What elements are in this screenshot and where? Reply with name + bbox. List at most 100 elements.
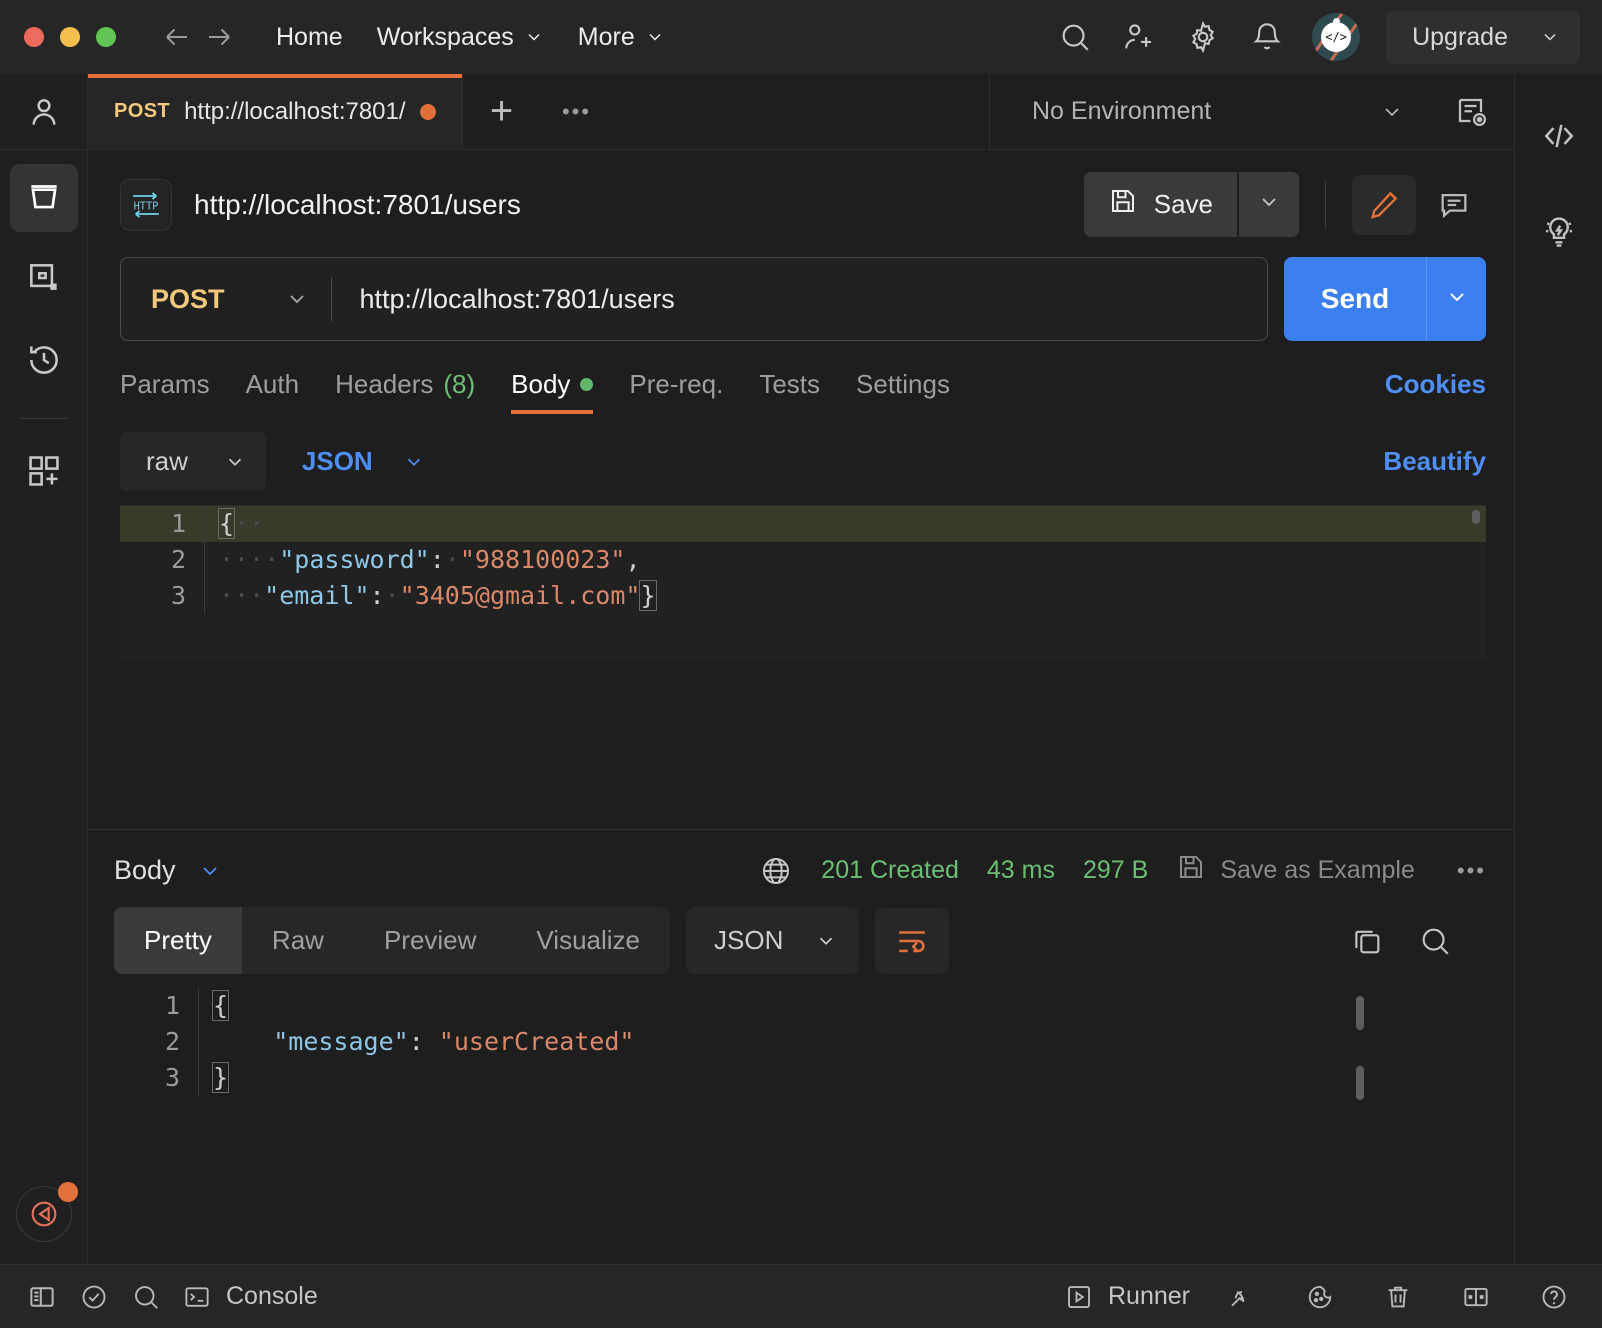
nav-more[interactable]: More	[564, 15, 679, 60]
tab-tests-label: Tests	[759, 369, 821, 399]
environment-quick-look-icon[interactable]	[1430, 74, 1514, 149]
save-as-example-label: Save as Example	[1220, 856, 1415, 884]
search-icon[interactable]	[120, 1271, 172, 1323]
cookies-icon[interactable]	[1294, 1271, 1346, 1323]
save-button[interactable]: Save	[1083, 172, 1237, 237]
plus-icon[interactable]: +	[463, 74, 541, 149]
history-clock-icon	[25, 341, 63, 384]
main-row: POST http://localhost:7801/ + ••• No Env…	[0, 74, 1602, 1264]
sidebar-item-collections[interactable]	[9, 164, 78, 232]
sidebar-item-profile[interactable]	[0, 74, 87, 150]
apps-add-icon	[25, 452, 63, 495]
word-wrap-icon[interactable]	[875, 907, 950, 974]
postman-status-button[interactable]	[15, 1182, 78, 1242]
response-scrollbar-thumb-2[interactable]	[1356, 1066, 1364, 1100]
two-pane-layout-icon[interactable]	[1450, 1271, 1502, 1323]
code-line: 3}	[114, 1060, 1514, 1096]
tab-pretty[interactable]: Pretty	[114, 907, 242, 974]
tab-tests[interactable]: Tests	[759, 363, 820, 414]
sidebar-item-environments[interactable]	[10, 246, 78, 314]
send-group: Send	[1284, 257, 1486, 341]
environment-selector[interactable]: No Environment	[990, 74, 1430, 149]
help-circle-icon[interactable]	[1528, 1271, 1580, 1323]
response-scrollbar-thumb-1[interactable]	[1356, 996, 1364, 1030]
code-brackets-icon[interactable]	[1525, 102, 1593, 170]
nav-forward-button[interactable]	[198, 16, 240, 58]
code-token: ·	[384, 581, 400, 610]
left-sidebar-rail	[0, 74, 88, 1264]
tab-headers-label: Headers	[335, 369, 434, 399]
save-options-caret[interactable]	[1239, 172, 1299, 237]
send-button[interactable]: Send	[1284, 257, 1426, 341]
body-mode-selector[interactable]: raw	[120, 432, 266, 491]
invite-user-icon[interactable]	[1120, 18, 1158, 56]
runner-button[interactable]: Runner	[1064, 1282, 1190, 1312]
code-text: {··	[204, 506, 1486, 542]
tab-settings[interactable]: Settings	[856, 363, 950, 414]
floppy-disk-icon	[1176, 852, 1206, 889]
copy-icon[interactable]	[1350, 924, 1384, 958]
window-minimize-button[interactable]	[60, 27, 80, 47]
tab-headers[interactable]: Headers (8)	[335, 363, 475, 414]
request-tab[interactable]: POST http://localhost:7801/	[88, 74, 463, 149]
tab-auth[interactable]: Auth	[246, 363, 300, 414]
sidebar-toggle-icon[interactable]	[16, 1271, 68, 1323]
request-editor-scrollbar[interactable]	[1472, 510, 1480, 524]
lightbulb-icon[interactable]	[1525, 198, 1593, 266]
request-body-editor[interactable]: 1 {·· 2 ····"password":·"988100023", 3 ···"em…	[120, 505, 1486, 661]
code-token: {	[211, 990, 230, 1021]
body-mode-value: raw	[146, 446, 188, 476]
sidebar-item-history[interactable]	[10, 328, 78, 396]
window-maximize-button[interactable]	[96, 27, 116, 47]
settings-gear-icon[interactable]	[1184, 18, 1222, 56]
response-format-value: JSON	[714, 925, 784, 955]
chevron-down-icon	[1445, 285, 1469, 314]
code-line: 1{	[114, 988, 1514, 1024]
ellipsis-icon[interactable]: •••	[1457, 858, 1486, 884]
toolbar-divider	[1325, 180, 1326, 229]
nav-workspaces[interactable]: Workspaces	[363, 15, 558, 60]
capture-requests-icon[interactable]	[1216, 1271, 1268, 1323]
search-icon[interactable]	[1418, 924, 1452, 958]
check-circle-icon[interactable]	[68, 1271, 120, 1323]
nav-home[interactable]: Home	[262, 15, 357, 60]
upgrade-button[interactable]: Upgrade	[1386, 10, 1580, 64]
sidebar-item-new-apps[interactable]	[10, 439, 78, 507]
tab-params[interactable]: Params	[120, 363, 210, 414]
code-line: 2 ····"password":·"988100023",	[120, 542, 1486, 578]
globe-icon[interactable]	[759, 854, 793, 888]
tab-pre-request[interactable]: Pre-req.	[629, 363, 723, 414]
ellipsis-icon[interactable]: •••	[541, 74, 613, 149]
save-as-example-button[interactable]: Save as Example	[1176, 852, 1415, 889]
response-format-selector[interactable]: JSON	[686, 907, 860, 974]
avatar[interactable]: </>	[1312, 13, 1361, 61]
response-body-selector[interactable]: Body	[114, 855, 222, 886]
response-body-viewer[interactable]: 1{2 "message": "userCreated" 3}	[114, 988, 1514, 1264]
line-number: 1	[170, 509, 186, 538]
code-text: }	[198, 1060, 1514, 1096]
status-badge	[57, 1182, 78, 1202]
body-format-selector[interactable]: JSON	[302, 446, 425, 477]
cookies-link[interactable]: Cookies	[1385, 369, 1486, 414]
nav-back-button[interactable]	[156, 16, 198, 58]
tab-preview[interactable]: Preview	[354, 907, 506, 974]
comment-icon[interactable]	[1422, 175, 1486, 235]
code-line: 3 ···"email":·"3405@gmail.com"}	[120, 578, 1486, 614]
tab-body[interactable]: Body	[511, 363, 594, 414]
url-input[interactable]: http://localhost:7801/users	[332, 284, 675, 315]
tab-visualize[interactable]: Visualize	[506, 907, 670, 974]
method-selector[interactable]: POST	[121, 284, 331, 315]
window-close-button[interactable]	[24, 27, 44, 47]
header-icon-group: </>	[1056, 13, 1361, 61]
code-line: 2 "message": "userCreated"	[114, 1024, 1514, 1060]
notifications-bell-icon[interactable]	[1248, 18, 1286, 56]
request-body-code[interactable]: 1 {·· 2 ····"password":·"988100023", 3 ···"em…	[120, 506, 1486, 614]
beautify-button[interactable]: Beautify	[1383, 446, 1486, 477]
nav-home-label: Home	[276, 22, 343, 51]
console-button[interactable]: Console	[182, 1282, 318, 1312]
send-options-caret[interactable]	[1426, 257, 1486, 341]
tab-raw[interactable]: Raw	[242, 907, 354, 974]
trash-icon[interactable]	[1372, 1271, 1424, 1323]
search-icon[interactable]	[1056, 18, 1094, 56]
pencil-edit-icon[interactable]	[1352, 174, 1416, 235]
